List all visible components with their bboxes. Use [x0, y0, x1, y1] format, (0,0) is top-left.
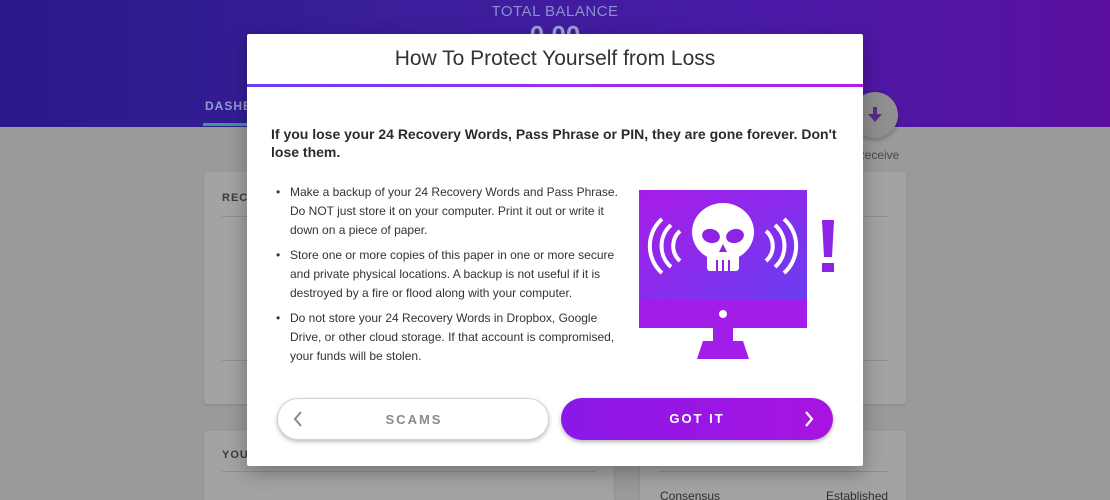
divider — [222, 471, 596, 472]
dialog-title: How To Protect Yourself from Loss — [394, 47, 716, 70]
warning-lead-text: If you lose your 24 Recovery Words, Pass… — [271, 126, 837, 160]
skull-computer-warning-icon — [639, 190, 834, 359]
list-item: Do not store your 24 Recovery Words in D… — [276, 309, 620, 366]
list-item: Make a backup of your 24 Recovery Words … — [276, 183, 620, 240]
list-item: Store one or more copies of this paper i… — [276, 246, 620, 303]
total-balance-label: TOTAL BALANCE — [491, 3, 619, 20]
divider — [658, 471, 888, 472]
chevron-right-icon — [805, 411, 814, 427]
scams-button-label: SCAMS — [385, 412, 443, 427]
status-key: Consensus — [660, 489, 721, 500]
scams-back-button[interactable]: SCAMS — [277, 398, 549, 440]
got-it-button-label: GOT IT — [669, 411, 725, 426]
safety-tips-list: Make a backup of your 24 Recovery Words … — [276, 183, 620, 372]
status-value: Established — [826, 489, 889, 500]
protect-yourself-dialog: How To Protect Yourself from Loss If you… — [247, 34, 863, 466]
title-divider — [247, 84, 863, 87]
tab-active-indicator — [203, 123, 253, 126]
got-it-button[interactable]: GOT IT — [561, 398, 833, 440]
download-arrow-icon — [868, 107, 882, 122]
